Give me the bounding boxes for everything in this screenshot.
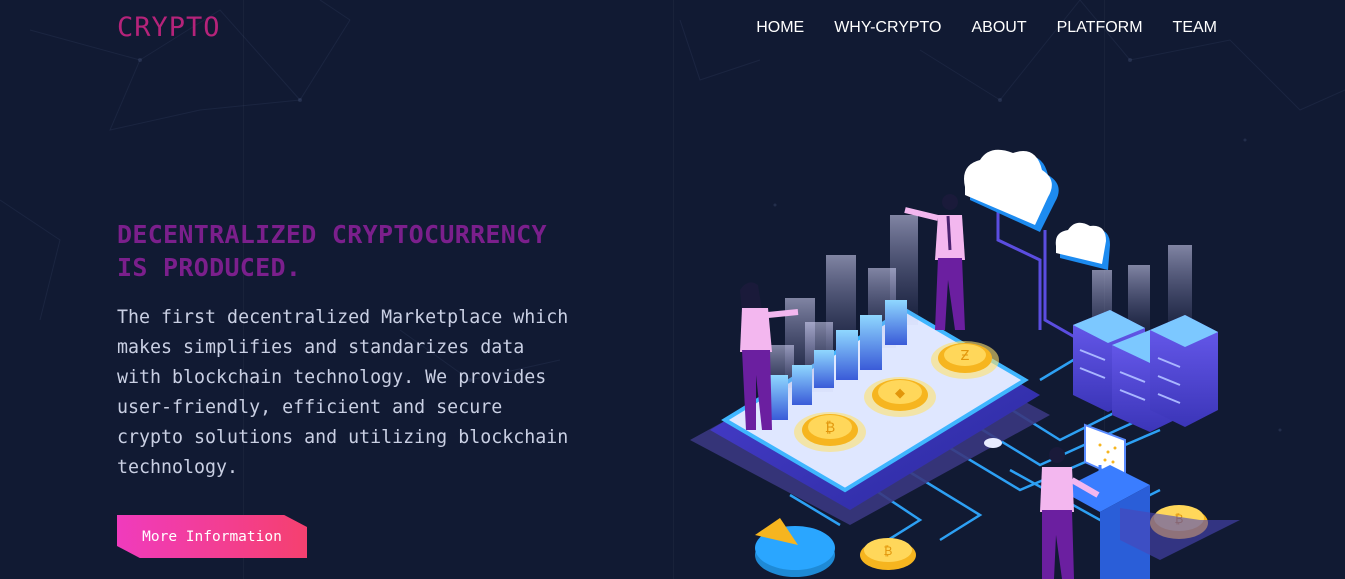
cloud-icon <box>964 149 1059 232</box>
hero-description-line: makes simplifies and standarizes data <box>117 337 525 358</box>
zcash-coin-icon: Ƶ <box>931 341 999 379</box>
hero-description-line: user-friendly, efficient and secure <box>117 397 503 418</box>
bitcoin-coin-icon: ₿ <box>794 412 866 452</box>
main-nav: HOME WHY-CRYPTO ABOUT PLATFORM TEAM <box>756 19 1217 37</box>
svg-text:₿: ₿ <box>825 420 835 436</box>
hero-description-line: technology. <box>117 457 239 478</box>
hero-description-line: with blockchain technology. We provides <box>117 367 547 388</box>
pie-chart-icon <box>755 518 835 577</box>
nav-platform[interactable]: PLATFORM <box>1057 19 1143 37</box>
cloud-icon <box>1055 222 1110 270</box>
node-dot <box>984 438 1002 448</box>
nav-team[interactable]: TEAM <box>1173 19 1217 37</box>
more-information-button[interactable]: More Information <box>117 515 307 558</box>
hero-headline: DECENTRALIZED CRYPTOCURRENCY IS PRODUCED… <box>117 218 597 284</box>
ethereum-coin-icon: ◆ <box>864 377 936 417</box>
hero-description-line: The first decentralized Marketplace whic… <box>117 307 569 328</box>
svg-text:Ƶ: Ƶ <box>961 349 970 364</box>
nav-home[interactable]: HOME <box>756 19 804 37</box>
svg-text:◆: ◆ <box>895 386 905 401</box>
nav-about[interactable]: ABOUT <box>971 19 1026 37</box>
nav-why-crypto[interactable]: WHY-CRYPTO <box>834 19 941 37</box>
bitcoin-coin-icon: ₿ <box>860 538 916 570</box>
grid-line <box>243 0 244 579</box>
hero-headline-line2: IS PRODUCED. <box>117 253 302 282</box>
monitor-icon <box>1060 423 1240 579</box>
svg-text:₿: ₿ <box>884 544 893 558</box>
brand-logo[interactable]: CRYPTO <box>117 12 221 43</box>
hero-description-line: crypto solutions and utilizing blockchai… <box>117 427 569 448</box>
hero-illustration: ₿ ◆ Ƶ ₿ ₿ <box>690 149 1240 579</box>
hero-description: The first decentralized Marketplace whic… <box>117 303 587 483</box>
grid-line <box>673 0 674 579</box>
hero-headline-line1: DECENTRALIZED CRYPTOCURRENCY <box>117 220 547 249</box>
